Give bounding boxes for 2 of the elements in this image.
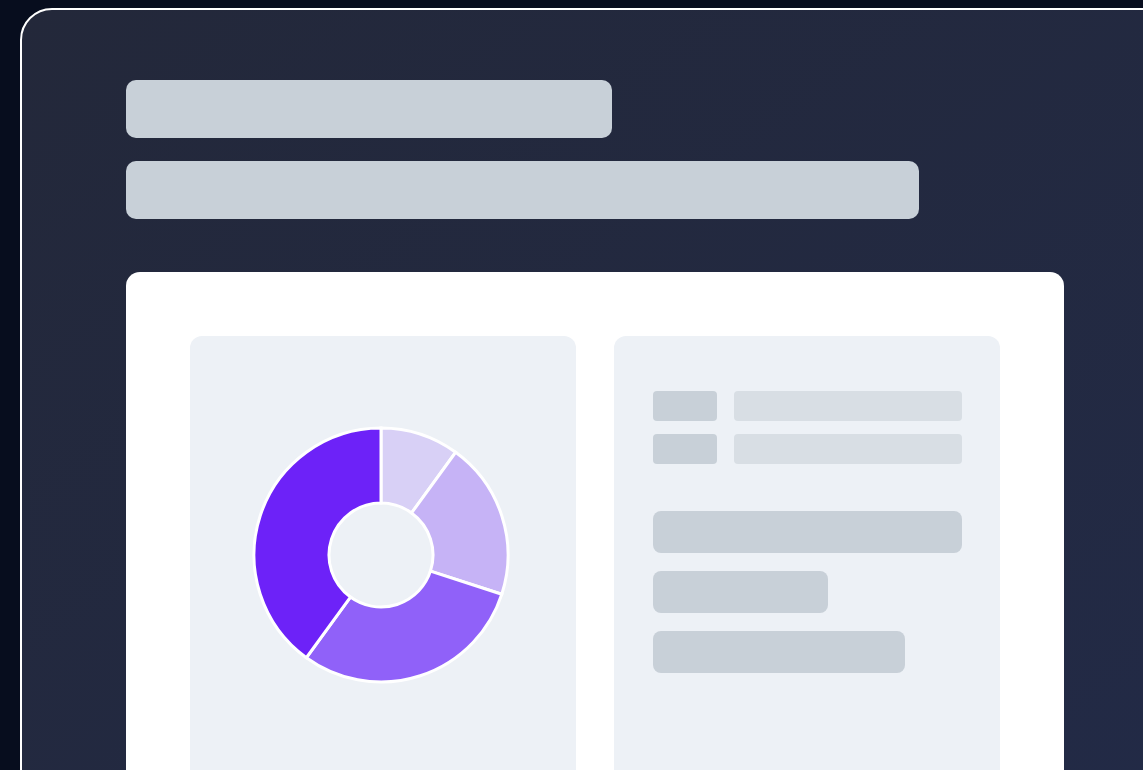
label-placeholder xyxy=(653,391,717,421)
label-placeholder xyxy=(653,434,717,464)
